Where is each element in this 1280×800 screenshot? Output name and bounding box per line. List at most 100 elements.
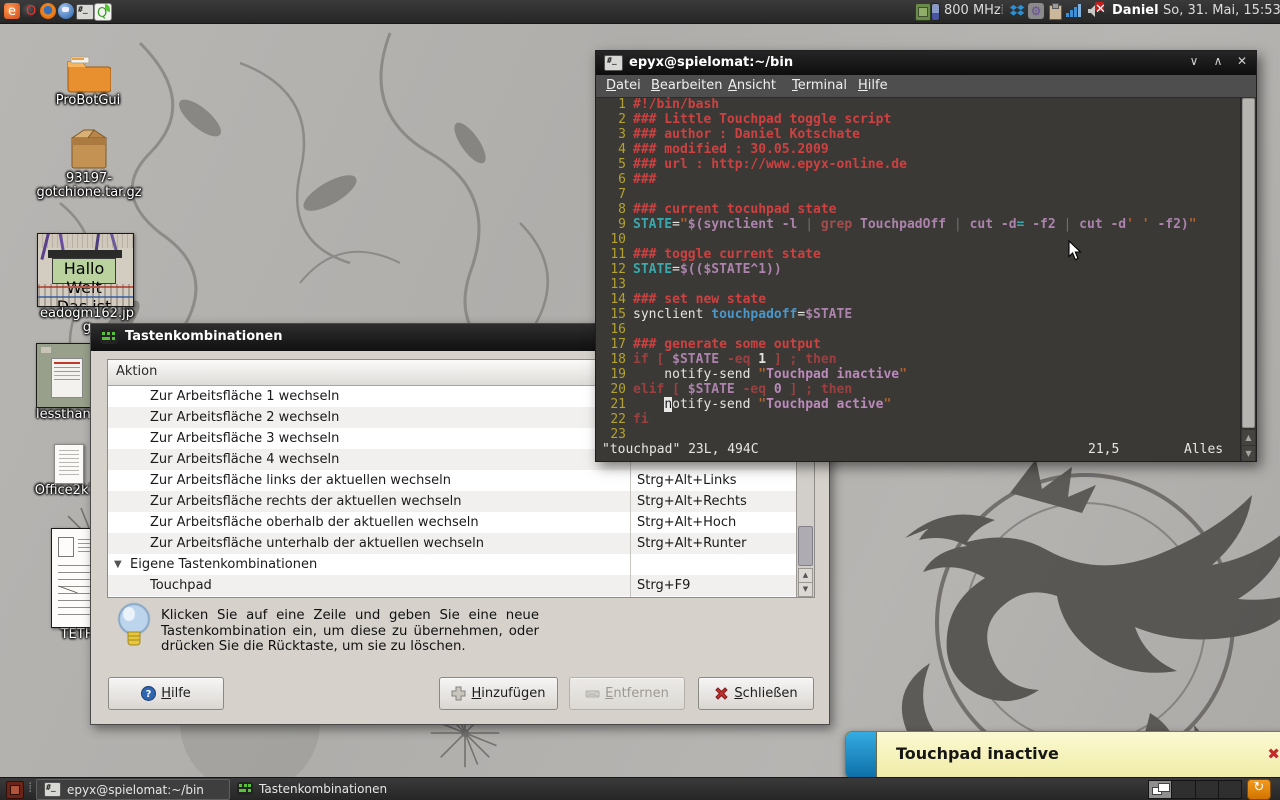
shortcut-row[interactable]: Zur Arbeitsfläche rechts der aktuellen w… — [108, 491, 797, 512]
shortcut-label: Strg+F9 — [637, 575, 690, 596]
vim-line-20: 20elif [ $STATE -eq 0 ] ; then — [596, 382, 1241, 397]
vim-line-21: 21 notify-send "Touchpad active" — [596, 397, 1241, 412]
e-app-icon[interactable]: e — [4, 3, 20, 19]
shortcut-row[interactable]: Touchpad Strg+F9 — [108, 575, 797, 596]
terminal-text-area[interactable]: 1#!/bin/bash2### Little Touchpad toggle … — [596, 97, 1241, 442]
add-button[interactable]: Hinzufügen — [439, 677, 558, 710]
remove-button: Entfernen — [569, 677, 685, 710]
close-button[interactable]: Schließen — [698, 677, 814, 710]
remove-label: Entfernen — [605, 686, 669, 701]
workspace-2[interactable] — [1172, 781, 1195, 798]
close-window-button[interactable]: ✕ — [1232, 54, 1252, 68]
scroll-up-button[interactable]: ▲ — [798, 568, 813, 583]
action-label: Zur Arbeitsfläche 1 wechseln — [150, 386, 339, 407]
panel-separator: ⁞ — [28, 780, 32, 796]
menu-terminal[interactable]: Terminal — [792, 78, 847, 93]
vim-line-11: 11### toggle current state — [596, 247, 1241, 262]
update-basket-icon[interactable]: ↻ — [1247, 779, 1271, 800]
taskbar-item-shortcuts[interactable]: Tastenkombinationen — [230, 779, 434, 798]
cpu-chip-icon[interactable] — [915, 3, 931, 21]
taskbar-item-terminal[interactable]: #_ epyx@spielomat:~/bin — [36, 779, 230, 800]
vim-line-9: 9STATE="$(synclient -l | grep TouchpadOf… — [596, 217, 1241, 232]
icon-label: 93197-gotchione.tar.gz — [20, 172, 158, 200]
shortcut-row[interactable]: Zur Arbeitsfläche unterhalb der aktuelle… — [108, 533, 797, 554]
terminal-scroll-down[interactable]: ▼ — [1242, 446, 1255, 461]
vim-line-18: 18if [ $STATE -eq 1 ] ; then — [596, 352, 1241, 367]
menu-hilfe[interactable]: Hilfe — [858, 78, 888, 93]
opera-icon[interactable]: O — [22, 3, 38, 19]
mouse-cursor — [1068, 240, 1082, 261]
shortcut-row[interactable]: Zur Arbeitsfläche links der aktuellen we… — [108, 470, 797, 491]
desktop-screen: ProBotGui 93197-gotchione.tar.gz Hallo W… — [0, 0, 1280, 800]
panel-separator: ⁞ — [1000, 2, 1004, 18]
action-label: Zur Arbeitsfläche 2 wechseln — [150, 407, 339, 428]
cpu-frequency-label[interactable]: 800 MHz — [944, 3, 1001, 18]
terminal-scrollbar[interactable]: ▲ ▼ — [1240, 97, 1256, 461]
task-label: epyx@spielomat:~/bin — [67, 783, 204, 797]
vim-cursor: n — [664, 397, 672, 412]
firefox-icon[interactable] — [40, 3, 56, 19]
vim-line-17: 17### generate some output — [596, 337, 1241, 352]
menu-ansicht[interactable]: Ansicht — [728, 78, 776, 93]
terminal-launcher-icon[interactable]: #_ — [76, 4, 94, 20]
shortcut-category-row[interactable]: ▼Eigene Tastenkombinationen — [108, 554, 797, 575]
cpu-frequency-bar — [931, 3, 940, 21]
desktop-icon-eadogm162[interactable]: Hallo Welt Das ist Zeile 2 eadogm162.jpg — [37, 233, 137, 335]
action-label: Touchpad — [150, 575, 212, 596]
workspace-1[interactable] — [1149, 781, 1172, 798]
network-signal-icon[interactable] — [1066, 3, 1082, 19]
vim-line-2: 2### Little Touchpad toggle script — [596, 112, 1241, 127]
folder-icon — [65, 54, 111, 94]
green-leaf-app-icon[interactable]: Q — [94, 3, 112, 21]
column-header-action: Aktion — [116, 364, 157, 379]
terminal-scrollbar-thumb[interactable] — [1242, 98, 1255, 428]
keyboard-icon — [237, 782, 253, 795]
terminal-icon: #_ — [604, 55, 623, 71]
scrollbar-thumb[interactable] — [798, 526, 813, 566]
vim-line-15: 15synclient touchpadoff=$STATE — [596, 307, 1241, 322]
shortcut-row[interactable]: Zur Arbeitsfläche oberhalb der aktuellen… — [108, 512, 797, 533]
desktop-icon-archive[interactable]: 93197-gotchione.tar.gz — [20, 124, 158, 200]
gear-icon[interactable]: ⚙ — [1028, 3, 1044, 19]
vim-line-10: 10 — [596, 232, 1241, 247]
menu-datei[interactable]: Datei — [606, 78, 641, 93]
user-menu[interactable]: Daniel — [1112, 3, 1159, 18]
dropbox-icon[interactable] — [1009, 3, 1025, 19]
terminal-scroll-up[interactable]: ▲ — [1242, 430, 1255, 445]
help-icon: ? — [141, 686, 156, 701]
eraser-icon — [585, 686, 600, 701]
volume-muted-icon[interactable]: ✕ — [1086, 3, 1102, 19]
terminal-icon: #_ — [44, 782, 61, 797]
workspace-3[interactable] — [1196, 781, 1219, 798]
maximize-button[interactable]: ∧ — [1208, 54, 1228, 68]
vim-line-6: 6### — [596, 172, 1241, 187]
scroll-down-button[interactable]: ▼ — [798, 582, 813, 597]
minimize-button[interactable]: ∨ — [1184, 54, 1204, 68]
task-label: Tastenkombinationen — [259, 782, 387, 796]
top-panel: e O #_ Q 800 MHz ⁞ ⚙ ✕ Dani — [0, 0, 1280, 24]
terminal-menubar: Datei Bearbeiten Ansicht Terminal Hilfe — [596, 75, 1256, 98]
close-label: Schließen — [734, 686, 797, 701]
help-button[interactable]: ? Hilfe — [108, 677, 224, 710]
vim-line-3: 3### author : Daniel Kotschate — [596, 127, 1241, 142]
chat-globe-icon[interactable] — [58, 3, 74, 19]
desktop-icon-probotgui[interactable]: ProBotGui — [28, 54, 148, 108]
shortcut-label: Strg+Alt+Hoch — [637, 512, 736, 533]
clock[interactable]: So, 31. Mai, 15:53 — [1163, 3, 1280, 18]
notification-close-icon[interactable]: ✖ — [1267, 745, 1280, 763]
action-label: Zur Arbeitsfläche 4 wechseln — [150, 449, 339, 470]
action-label: Zur Arbeitsfläche links der aktuellen we… — [150, 470, 451, 491]
vim-line-22: 22fi — [596, 412, 1241, 427]
workspace-4[interactable] — [1219, 781, 1241, 798]
workspace-switcher — [1148, 780, 1242, 799]
expander-triangle-icon[interactable]: ▼ — [114, 554, 122, 575]
menu-bearbeiten[interactable]: Bearbeiten — [651, 78, 722, 93]
scroll-indicator: Alles — [1184, 442, 1223, 457]
terminal-titlebar[interactable]: #_ epyx@spielomat:~/bin ∨ ∧ ✕ — [596, 51, 1256, 75]
clipboard-icon[interactable] — [1047, 3, 1063, 19]
svg-text:?: ? — [146, 689, 152, 700]
action-label: Zur Arbeitsfläche rechts der aktuellen w… — [150, 491, 462, 512]
archive-icon — [65, 124, 113, 172]
plus-icon — [451, 686, 466, 701]
show-desktop-icon[interactable] — [6, 781, 24, 799]
